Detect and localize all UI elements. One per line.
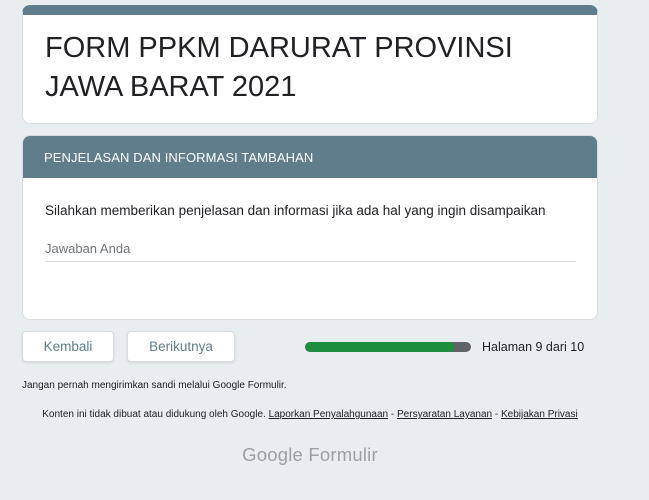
section-header: PENJELASAN DAN INFORMASI TAMBAHAN	[23, 136, 597, 178]
navigation-row: Kembali Berikutnya Halaman 9 dari 10	[22, 330, 598, 363]
back-button[interactable]: Kembali	[22, 331, 114, 362]
form-title: FORM PPKM DARURAT PROVINSI JAWA BARAT 20…	[45, 32, 513, 103]
report-abuse-link[interactable]: Laporkan Penyalahgunaan	[269, 409, 389, 420]
password-warning: Jangan pernah mengirimkan sandi melalui …	[22, 380, 287, 391]
section-body: Silahkan memberikan penjelasan dan infor…	[23, 178, 597, 262]
footer-disclaimer: Konten ini tidak dibuat atau didukung ol…	[22, 409, 598, 421]
progress-indicator: Halaman 9 dari 10	[305, 340, 584, 354]
form-title-card: FORM PPKM DARURAT PROVINSI JAWA BARAT 20…	[22, 5, 598, 124]
brand-product: Formulir	[308, 444, 378, 465]
next-button[interactable]: Berikutnya	[127, 331, 235, 362]
progress-bar-fill	[305, 341, 455, 352]
progress-bar	[305, 341, 471, 352]
brand-google: Google	[242, 444, 304, 465]
progress-text: Halaman 9 dari 10	[482, 339, 585, 354]
answer-input[interactable]: Jawaban Anda	[45, 241, 576, 262]
google-forms-logo[interactable]: Google Formulir	[22, 444, 598, 466]
link-separator: -	[494, 409, 499, 420]
question-text: Silahkan memberikan penjelasan dan infor…	[45, 203, 546, 218]
disclaimer-text: Konten ini tidak dibuat atau didukung ol…	[42, 409, 266, 420]
link-separator: -	[390, 409, 395, 420]
form-page: FORM PPKM DARURAT PROVINSI JAWA BARAT 20…	[22, 5, 598, 466]
terms-of-service-link[interactable]: Persyaratan Layanan	[397, 409, 492, 420]
section-card: PENJELASAN DAN INFORMASI TAMBAHAN Silahk…	[22, 135, 598, 320]
privacy-policy-link[interactable]: Kebijakan Privasi	[501, 409, 578, 420]
